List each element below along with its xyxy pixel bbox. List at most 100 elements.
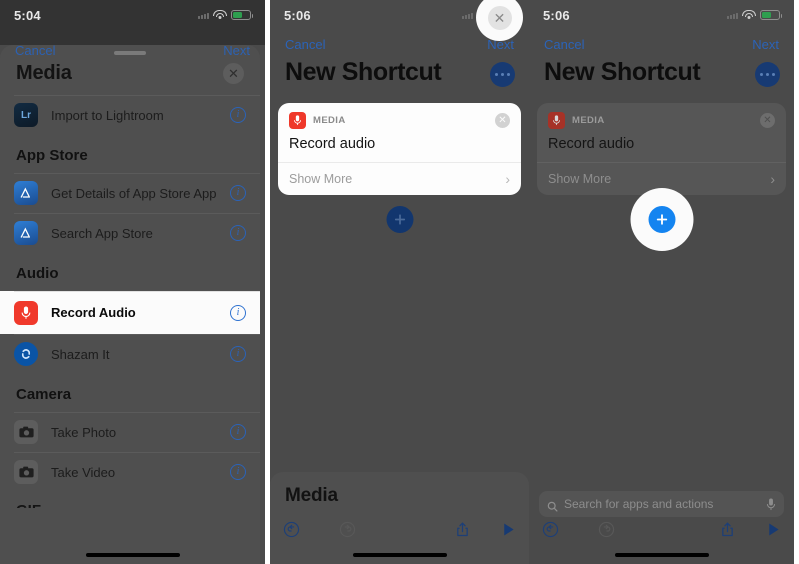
status-bar: 5:06 [529, 0, 794, 30]
list-item[interactable]: Shazam It i [0, 334, 260, 374]
list-item[interactable]: Get Details of App Store App i [0, 173, 260, 213]
microphone-icon [289, 112, 306, 129]
show-more-button[interactable]: Show More › [278, 162, 521, 195]
list-item-label: Take Photo [51, 424, 117, 440]
next-button[interactable]: Next [223, 43, 250, 58]
next-button[interactable]: Next [752, 37, 779, 52]
nav-bar: Cancel Next [529, 30, 794, 58]
info-icon[interactable]: i [230, 107, 246, 123]
nav-bar: Cancel Next [0, 36, 265, 64]
add-action-button[interactable] [386, 206, 413, 233]
action-card[interactable]: MEDIA ✕ Record audio Show More › [278, 103, 521, 195]
wifi-icon [742, 10, 756, 20]
info-icon[interactable]: i [230, 464, 246, 480]
wifi-icon [213, 10, 227, 20]
action-card-category: MEDIA [313, 115, 346, 126]
list-item-label: Take Video [51, 464, 116, 480]
status-bar: 5:04 [0, 0, 265, 30]
remove-action-icon[interactable]: ✕ [495, 113, 510, 128]
share-icon[interactable] [453, 520, 471, 538]
home-indicator [352, 553, 447, 557]
home-indicator [85, 553, 180, 557]
media-action-sheet: Media ✕ Lr Import to Lightroom i App Sto… [0, 45, 260, 564]
show-more-label: Show More [548, 172, 612, 186]
microphone-icon [548, 112, 565, 129]
cancel-button[interactable]: Cancel [285, 37, 325, 52]
info-icon[interactable]: i [230, 424, 246, 440]
action-card-category: MEDIA [572, 115, 605, 126]
search-icon [547, 499, 558, 512]
phone-panel-new-shortcut: 5:06 Cancel Next New Shortcut MEDIA ✕ Re… [270, 0, 529, 564]
play-icon[interactable] [764, 520, 782, 538]
undo-icon[interactable] [282, 520, 300, 538]
list-item-label: Record Audio [51, 305, 136, 320]
cellular-signal-icon [462, 11, 473, 19]
list-item-label: Get Details of App Store App [51, 185, 217, 201]
home-indicator [614, 553, 709, 557]
action-card-category-row: MEDIA ✕ [548, 112, 775, 129]
battery-icon [760, 10, 782, 20]
status-indicators [727, 10, 782, 20]
battery-icon [231, 10, 253, 20]
info-icon[interactable]: i [230, 185, 246, 201]
three-panel-screenshot: 5:04 Cancel Next Media ✕ Lr Import to Li… [0, 0, 799, 564]
cancel-button[interactable]: Cancel [544, 37, 584, 52]
section-header-app-store: App Store [16, 147, 88, 164]
search-input[interactable]: Search for apps and actions [539, 491, 784, 517]
shazam-icon [14, 342, 38, 366]
list-item[interactable]: Take Photo i [0, 412, 260, 452]
action-card-title: Record audio [548, 136, 635, 152]
info-icon[interactable]: i [230, 225, 246, 241]
section-header-audio: Audio [16, 265, 59, 282]
section-header-gif: GIF [0, 492, 260, 508]
app-store-icon [14, 181, 38, 205]
app-store-icon [14, 221, 38, 245]
phone-panel-new-shortcut-highlighted: 5:06 Cancel Next New Shortcut MEDIA ✕ Re… [529, 0, 794, 564]
camera-icon [14, 420, 38, 444]
close-icon[interactable]: ✕ [223, 63, 244, 84]
list-item-record-audio[interactable]: Record Audio i [0, 291, 260, 334]
action-card-top: MEDIA ✕ Record audio [537, 103, 786, 162]
redo-icon[interactable] [338, 520, 356, 538]
more-options-icon[interactable] [755, 62, 780, 87]
action-card-title: Record audio [289, 136, 376, 152]
microphone-icon [14, 300, 38, 325]
add-action-button-highlighted[interactable] [648, 206, 675, 233]
undo-icon[interactable] [541, 520, 559, 538]
show-more-label: Show More [289, 172, 353, 186]
redo-icon[interactable] [597, 520, 615, 538]
list-item[interactable]: Lr Import to Lightroom i [0, 95, 260, 135]
info-icon[interactable]: i [230, 346, 246, 362]
status-time: 5:04 [14, 7, 41, 23]
phone-panel-action-picker: 5:04 Cancel Next Media ✕ Lr Import to Li… [0, 0, 265, 564]
list-item[interactable]: Search App Store i [0, 213, 260, 253]
action-card-category-row: MEDIA ✕ [289, 112, 510, 129]
play-icon[interactable] [499, 520, 517, 538]
page-title: New Shortcut [285, 58, 442, 86]
remove-action-icon[interactable]: ✕ [760, 113, 775, 128]
list-item-label: Shazam It [51, 346, 110, 362]
share-icon[interactable] [718, 520, 736, 538]
more-options-icon[interactable] [490, 62, 515, 87]
action-card[interactable]: MEDIA ✕ Record audio Show More › [537, 103, 786, 195]
list-item-label: Import to Lightroom [51, 107, 164, 123]
cellular-signal-icon [727, 11, 738, 19]
sheet-title: Media [16, 62, 72, 84]
close-icon: ✕ [487, 5, 512, 30]
cellular-signal-icon [198, 11, 209, 19]
chevron-right-icon: › [505, 171, 510, 187]
status-time: 5:06 [284, 7, 311, 23]
microphone-dictation-icon[interactable] [766, 497, 776, 511]
camera-icon [14, 460, 38, 484]
editor-toolbar [270, 516, 529, 542]
chevron-right-icon: › [770, 171, 775, 187]
search-placeholder: Search for apps and actions [564, 497, 714, 511]
status-time: 5:06 [543, 7, 570, 23]
lightroom-icon: Lr [14, 103, 38, 127]
sheet-title: Media [285, 485, 338, 506]
list-item-label: Search App Store [51, 225, 153, 241]
info-icon[interactable]: i [230, 304, 246, 321]
section-header-camera: Camera [16, 386, 72, 403]
list-item[interactable]: Take Video i [0, 452, 260, 492]
cancel-button[interactable]: Cancel [15, 43, 55, 58]
